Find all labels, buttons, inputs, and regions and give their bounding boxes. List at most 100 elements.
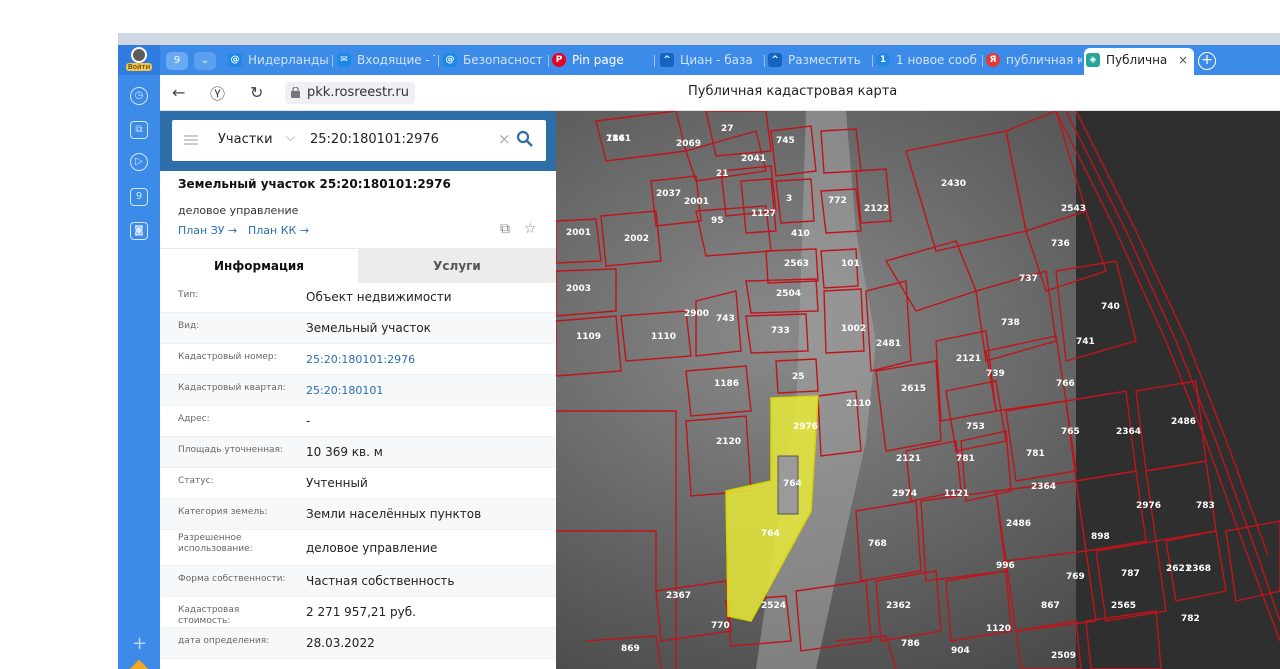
parcel-label: 2121 [956,354,981,364]
attribute-key: Тип: [178,290,199,300]
parcel-label: 2362 [886,601,911,611]
table-row: Кадастровая стоимость: 2 271 957,21 руб. [160,597,556,628]
object-title: Земельный участок 25:20:180101:2976 [178,177,451,191]
category-select[interactable]: Участки [218,132,273,147]
url-text: pkk.rosreestr.ru [307,85,410,100]
zen-icon[interactable]: 9 [130,188,148,206]
collections-icon[interactable]: ⧉ [130,121,148,139]
table-row: Площадь уточненная: 10 369 кв. м [160,437,556,468]
tab-7[interactable]: 1 1 новое сооб [874,48,984,72]
parcel-label: 27 [721,124,734,134]
attribute-value: 10 369 кв. м [306,445,383,459]
star-icon[interactable]: ☆ [524,221,537,237]
parcel-label: 781 [1026,449,1045,459]
table-row: Разрешенное использование: деловое управл… [160,530,556,566]
tabs-dropdown-button[interactable]: ⌄ [194,52,216,70]
parcel-label: 2486 [1171,417,1196,427]
yandex-home-icon[interactable]: Ⓨ [210,83,225,104]
table-row: Кадастровый квартал: 25:20:180101 [160,375,556,406]
tab-label: Циан - база [680,53,753,67]
search-icon[interactable] [516,130,534,148]
cian-icon: ^ [768,53,782,67]
tab-5[interactable]: ^ Циан - база [658,48,764,72]
parcel-label: 21 [716,169,729,179]
search-header: Участки ⌵ × [160,111,556,171]
tab-label: Нидерланды [248,53,329,67]
object-subtitle: деловое управление [178,204,299,217]
table-row: Тип: Объект недвижимости [160,282,556,313]
play-icon[interactable]: ▷ [130,153,148,171]
parcel-label: 2565 [1111,601,1136,611]
tab-info[interactable]: Информация [160,249,358,283]
lock-icon [291,87,300,98]
cadastral-quarter-link[interactable]: 25:20:180101 [306,384,383,397]
attribute-key: Вид: [178,321,200,331]
mail-at-icon: @ [443,53,457,67]
mail-at-icon: @ [228,53,242,67]
attribute-key: Кадастровый квартал: [178,383,286,393]
tab-4[interactable]: P Pin page [550,48,650,72]
parcel-label: 2367 [666,591,691,601]
add-panel-icon[interactable]: + [132,633,147,654]
attribute-value: Учтенный [306,476,368,490]
parcel-label: 741 [1076,337,1095,347]
plan-kk-link[interactable]: План КК → [248,224,309,237]
tab-services[interactable]: Услуги [358,249,556,283]
clock-icon[interactable]: ◷ [130,87,148,105]
plan-zu-link[interactable]: План ЗУ → [178,224,237,237]
table-row: Вид: Земельный участок [160,313,556,344]
parcel-label: 2001 [566,228,591,238]
parcel-label: 787 [1121,569,1140,579]
parcel-label: 410 [791,229,810,239]
parcel-label: 1120 [986,624,1011,634]
tab-label: Входящие - Т [357,53,435,67]
new-tab-button[interactable]: + [1198,52,1216,70]
login-button[interactable]: Войти [124,47,154,73]
yandex-menu-button[interactable]: 9 [166,52,188,70]
parcel-label: 2110 [846,399,871,409]
tab-6[interactable]: ^ Разместить [766,48,872,72]
cadastral-number-link[interactable]: 25:20:180101:2976 [306,353,415,366]
zoom-to-icon[interactable]: ⧉ [500,221,510,237]
search-input[interactable] [310,132,490,147]
avatar [131,47,147,63]
screenshot-icon[interactable]: ◙ [130,222,148,240]
parcel-label: 772 [828,196,847,206]
clear-icon[interactable]: × [498,130,511,148]
url-field[interactable]: pkk.rosreestr.ru [285,82,416,104]
search-box: Участки ⌵ × [172,120,546,161]
browser-window: Войти ◷ ⧉ ▷ 9 ◙ + 9 ⌄ @ Нидерланды ✉ Вхо… [118,33,1280,669]
parcel-label: 738 [1001,318,1020,328]
menu-icon[interactable] [184,135,198,145]
parcel-label: 2003 [566,284,591,294]
table-row: дата определения: 28.03.2022 [160,628,556,659]
parcel-label: 2543 [1061,204,1086,214]
parcel-label: 783 [1196,501,1215,511]
parcel-label: 768 [868,539,887,549]
parcel-label: 2368 [1186,564,1211,574]
parcel-label: 1186 [714,379,739,389]
attribute-value: - [306,414,311,428]
chevron-down-icon[interactable]: ⌵ [286,130,295,145]
parcel-label: 764 [783,479,802,489]
tab-active[interactable]: ◈ Публична × [1084,48,1194,75]
table-row: Статус: Учтенный [160,468,556,499]
reload-icon[interactable]: ↻ [250,83,263,102]
tab-3[interactable]: @ Безопасност [441,48,547,72]
tab-8[interactable]: Я публичная к [984,48,1082,72]
back-arrow-icon[interactable]: ← [172,83,185,102]
parcel-label: 786 [901,639,920,649]
info-panel: Участки ⌵ × Земельный участок 25:20:1801… [160,111,556,669]
tab-1[interactable]: @ Нидерланды [226,48,332,72]
attribute-key: Категория земель: [178,507,268,517]
parcel-label: 1127 [751,209,776,219]
parcel-label: 904 [951,646,970,656]
tab-label: Публична [1106,53,1168,67]
parcel-label: 3 [786,194,792,204]
close-tab-icon[interactable]: × [1178,48,1188,72]
parcel-label: 2974 [892,489,917,499]
tab-2[interactable]: ✉ Входящие - Т [335,48,435,72]
parcel-label: 996 [996,561,1015,571]
parcel-label: 95 [711,216,724,226]
cadastral-map[interactable]: 1161 20692774520412120372001 3 772212224309… [556,111,1280,669]
